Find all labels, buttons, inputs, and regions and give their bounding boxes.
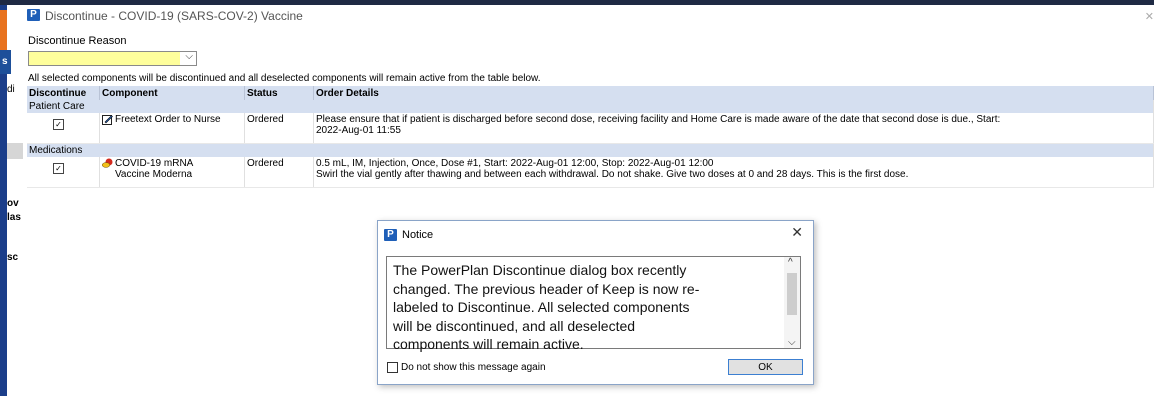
order-details-line-1: 0.5 mL, IM, Injection, Once, Dose #1, St… (316, 158, 714, 169)
notice-message: The PowerPlan Discontinue dialog box rec… (393, 261, 781, 354)
notice-message-line: will be discontinued, and all deselected (393, 317, 636, 334)
dont-show-again-checkbox[interactable]: Do not show this message again (387, 362, 546, 373)
col-status[interactable]: Status (244, 86, 314, 100)
dont-show-again-label: Do not show this message again (401, 362, 546, 374)
dialog-close-icon[interactable]: ✕ (1145, 10, 1154, 23)
notice-message-line: The PowerPlan Discontinue dialog box rec… (393, 262, 687, 278)
status-cell: Ordered (244, 113, 314, 144)
background-text-1: di (7, 84, 15, 95)
background-text-4: sc (7, 252, 19, 263)
background-text-3: las (7, 212, 21, 223)
order-details-line-2: 2022-Aug-01 11:55 (316, 125, 401, 136)
ok-button[interactable]: OK (728, 359, 803, 375)
powerplan-app-icon: P (27, 9, 40, 21)
notice-scrollbar[interactable]: ^ ⌵ (784, 257, 800, 348)
dialog-titlebar: P Discontinue - COVID-19 (SARS-COV-2) Va… (23, 5, 1154, 27)
scroll-thumb[interactable] (787, 273, 797, 315)
section-label-medications: Medications (27, 143, 1154, 157)
background-band (7, 143, 23, 159)
section-row: Medications (27, 143, 1154, 157)
background-text-2: ov (7, 198, 19, 209)
discontinue-reason-dropdown[interactable]: ⌵ (28, 51, 197, 66)
order-details-line-1: Please ensure that if patient is dischar… (316, 114, 1001, 125)
notice-message-line: components will remain active. (393, 336, 584, 352)
component-cell: COVID-19 mRNA Vaccine Moderna (99, 157, 245, 188)
section-label-patient-care: Patient Care (27, 100, 1154, 113)
notice-title: Notice (402, 229, 434, 241)
discontinue-checkbox[interactable]: ✓ (53, 119, 64, 130)
discontinue-reason-value (29, 52, 180, 65)
col-component[interactable]: Component (99, 86, 245, 100)
section-row: Patient Care (27, 100, 1154, 113)
notice-dialog: P Notice ✕ The PowerPlan Discontinue dia… (377, 220, 814, 385)
discontinue-cell: ✓ (27, 157, 100, 188)
medication-pill-icon (102, 158, 113, 168)
background-accent (0, 10, 7, 52)
order-details-line-2: Swirl the vial gently after thawing and … (316, 169, 909, 180)
component-name: COVID-19 mRNA (115, 158, 194, 169)
chevron-down-icon: ⌵ (185, 51, 193, 62)
background-tab: s (0, 50, 11, 74)
dialog-title: Discontinue - COVID-19 (SARS-COV-2) Vacc… (45, 9, 303, 23)
freetext-note-icon (102, 115, 113, 125)
checkbox-box[interactable] (387, 362, 398, 373)
component-cell: Freetext Order to Nurse (99, 113, 245, 144)
instructions-text: All selected components will be disconti… (28, 73, 541, 84)
col-discontinue[interactable]: Discontinue (27, 86, 100, 100)
notice-close-icon[interactable]: ✕ (791, 224, 803, 241)
component-name: Freetext Order to Nurse (115, 114, 221, 125)
table-header-row: Discontinue Component Status Order Detai… (27, 86, 1154, 100)
scroll-down-arrow-icon[interactable]: ⌵ (788, 337, 796, 348)
status-cell: Ordered (244, 157, 314, 188)
powerplan-app-icon: P (384, 229, 397, 241)
order-details-cell: Please ensure that if patient is dischar… (313, 113, 1154, 144)
table-row[interactable]: ✓ Freetext Order to Nurse Ordered Please… (27, 113, 1154, 144)
scroll-up-arrow-icon[interactable]: ^ (788, 257, 793, 268)
notice-message-line: labeled to Discontinue. All selected com… (393, 299, 690, 315)
discontinue-reason-label: Discontinue Reason (28, 35, 127, 47)
notice-message-box[interactable]: The PowerPlan Discontinue dialog box rec… (386, 256, 801, 352)
order-details-cell: 0.5 mL, IM, Injection, Once, Dose #1, St… (313, 157, 1154, 188)
notice-message-line: changed. The previous header of Keep is … (393, 280, 700, 297)
table-row[interactable]: ✓ COVID-19 mRNA Vaccine Moderna Ordered … (27, 157, 1154, 188)
components-table: Discontinue Component Status Order Detai… (27, 86, 1154, 188)
component-name-line-2: Vaccine Moderna (115, 169, 193, 180)
discontinue-cell: ✓ (27, 113, 100, 144)
discontinue-checkbox[interactable]: ✓ (53, 163, 64, 174)
col-order-details[interactable]: Order Details (313, 86, 1154, 100)
